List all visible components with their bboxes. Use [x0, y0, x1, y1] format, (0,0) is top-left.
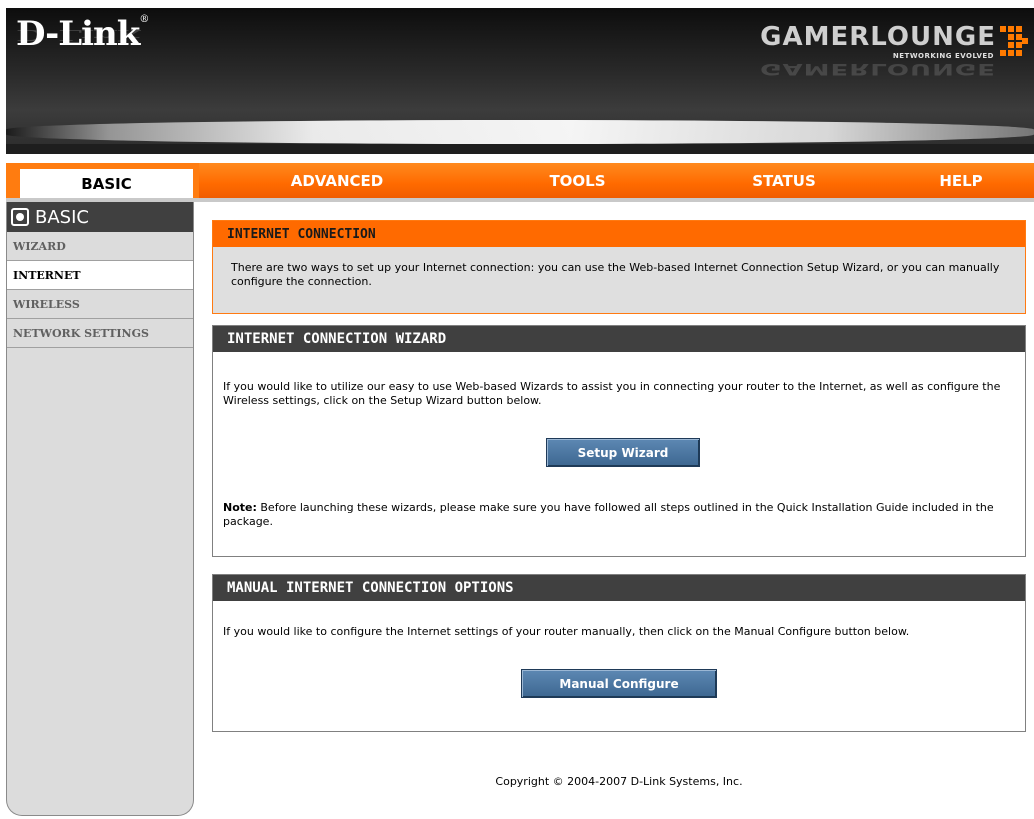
sidebar-title-label: BASIC	[35, 206, 89, 228]
dlink-logo-reflection: D-Link	[16, 26, 140, 44]
manual-connection-section: MANUAL INTERNET CONNECTION OPTIONS If yo…	[212, 574, 1026, 732]
internet-connection-wizard-section: INTERNET CONNECTION WIZARD If you would …	[212, 325, 1026, 557]
manual-section-title: MANUAL INTERNET CONNECTION OPTIONS	[213, 575, 1025, 601]
tab-advanced[interactable]: ADVANCED	[199, 163, 475, 198]
banner-bottom-strip	[6, 144, 1034, 154]
gamerlounge-logo-reflection: GAMERLOUNGE	[760, 60, 996, 78]
header-banner: D-Link® D-Link GAMERLOUNGE NETWORKING EV…	[6, 8, 1034, 154]
tab-tools[interactable]: TOOLS	[475, 163, 680, 198]
wizard-note: Note: Before launching these wizards, pl…	[213, 501, 1025, 529]
note-label: Note:	[223, 501, 257, 514]
copyright-text: Copyright © 2004-2007 D-Link Systems, In…	[495, 775, 743, 788]
sidebar-item-wireless[interactable]: WIRELESS	[7, 290, 193, 319]
tab-basic[interactable]: BASIC	[6, 163, 199, 198]
sidebar-item-network-settings[interactable]: NETWORK SETTINGS	[7, 319, 193, 348]
internet-connection-title: INTERNET CONNECTION	[213, 221, 1025, 247]
gamerlounge-arrow-icon	[1000, 26, 1028, 56]
setup-wizard-button[interactable]: Setup Wizard	[546, 438, 700, 467]
sidebar-item-wizard[interactable]: WIZARD	[7, 232, 193, 261]
wizard-section-title: INTERNET CONNECTION WIZARD	[213, 326, 1025, 352]
basic-target-icon	[11, 208, 29, 226]
brand-tagline: NETWORKING EVOLVED	[892, 52, 994, 60]
top-nav: BASIC ADVANCED TOOLS STATUS HELP	[6, 163, 1034, 198]
sidebar-title: BASIC	[7, 202, 193, 232]
manual-configure-button[interactable]: Manual Configure	[521, 669, 717, 698]
tab-status[interactable]: STATUS	[680, 163, 888, 198]
internet-connection-section: INTERNET CONNECTION There are two ways t…	[212, 220, 1026, 314]
sidebar-item-internet[interactable]: INTERNET	[7, 261, 193, 290]
note-text: Before launching these wizards, please m…	[223, 501, 994, 528]
gamerlounge-logo: GAMERLOUNGE	[760, 22, 996, 52]
internet-connection-description: There are two ways to set up your Intern…	[231, 261, 1000, 288]
tab-help[interactable]: HELP	[888, 163, 1034, 198]
manual-description: If you would like to configure the Inter…	[223, 625, 910, 638]
sidebar: BASIC WIZARD INTERNET WIRELESS NETWORK S…	[6, 202, 194, 816]
banner-swoosh	[6, 120, 1034, 144]
wizard-description: If you would like to utilize our easy to…	[223, 380, 1001, 407]
